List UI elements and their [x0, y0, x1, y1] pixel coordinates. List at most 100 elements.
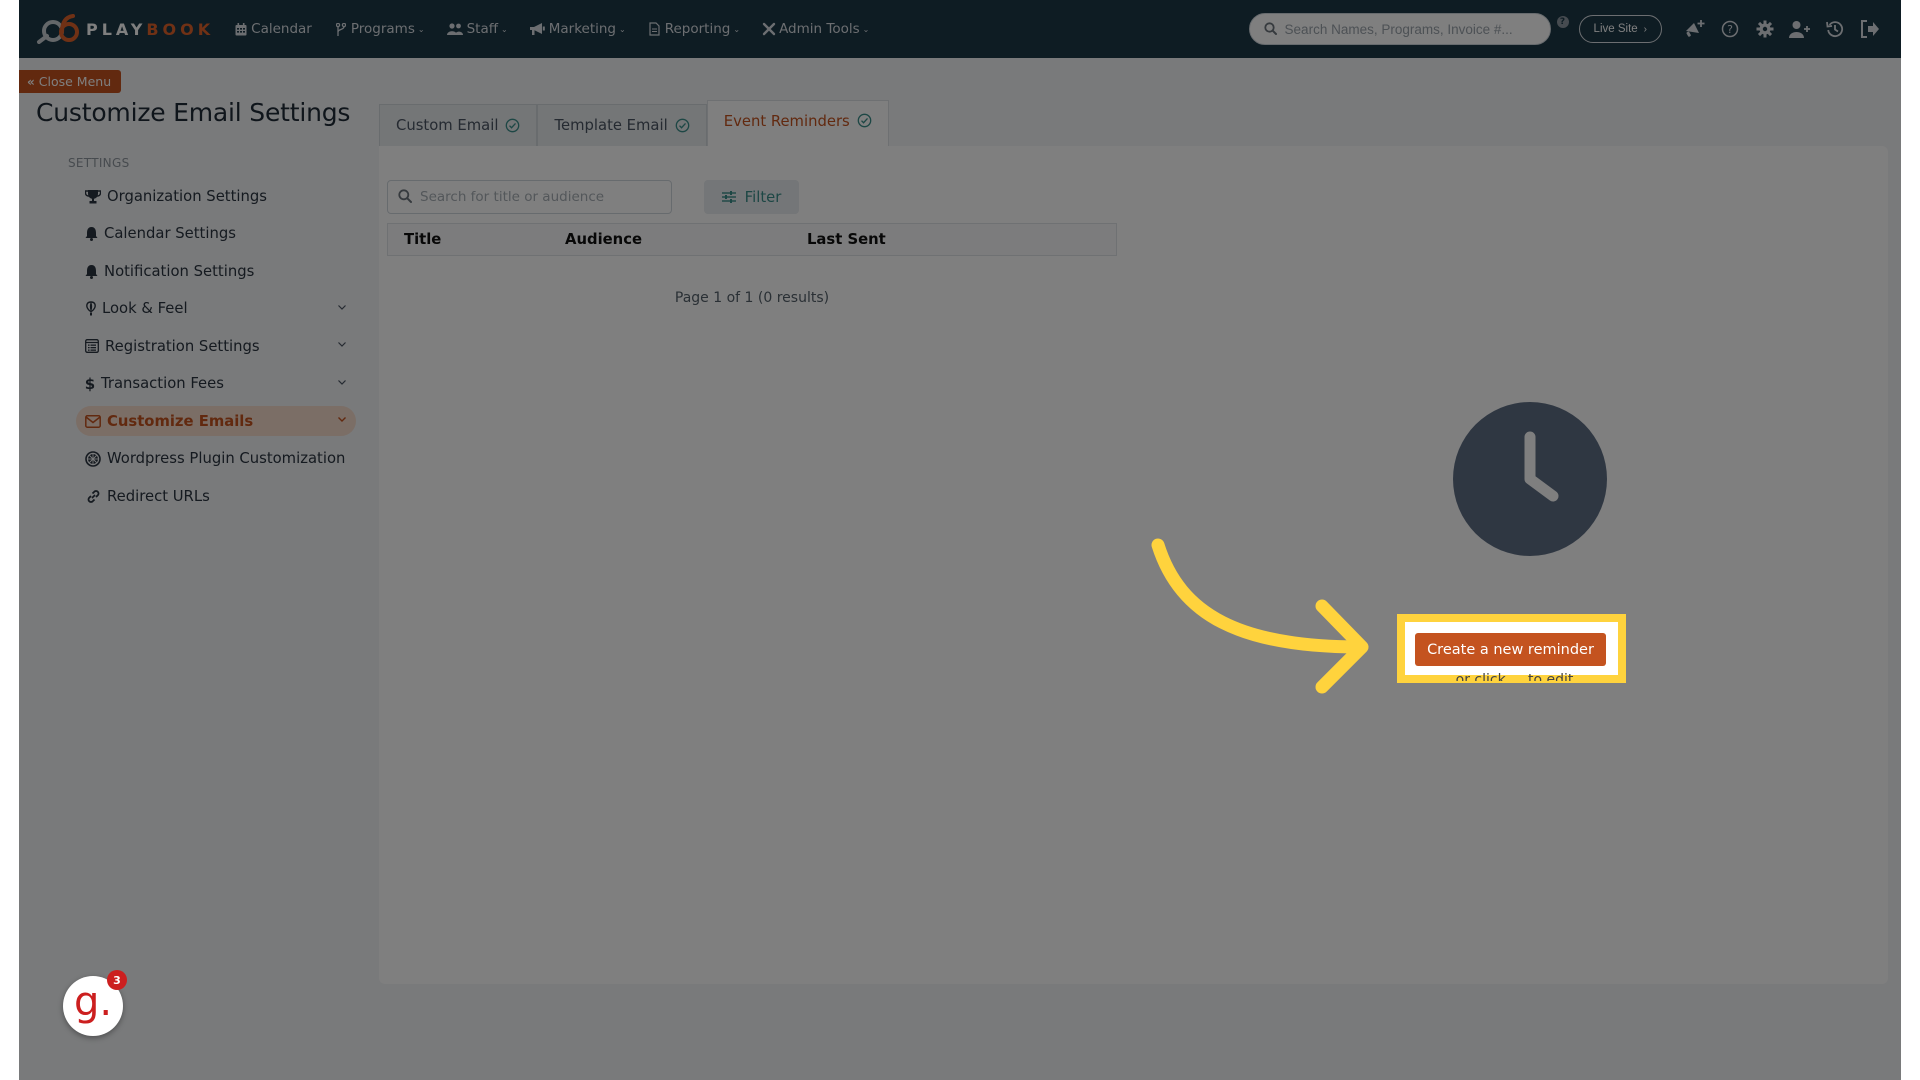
top-navbar: PLAYBOOK Calendar Programs ⌄ Staff ⌄ Mar…: [19, 0, 1901, 58]
sidebar-item-calendar-settings[interactable]: Calendar Settings: [76, 219, 356, 249]
reminder-search-input[interactable]: [420, 189, 660, 205]
sidebar-item-organization-settings[interactable]: Organization Settings: [76, 181, 356, 211]
gear-icon[interactable]: [1754, 18, 1776, 40]
reminders-table-header: Title Audience Last Sent: [387, 223, 1117, 256]
sidebar-item-label: Redirect URLs: [107, 487, 210, 505]
settings-menu: Organization Settings Calendar Settings …: [76, 181, 356, 519]
nav-label: Marketing: [548, 21, 617, 37]
tab-label: Template Email: [554, 117, 668, 134]
dollar-icon: $: [84, 374, 96, 393]
bell-icon: [85, 226, 98, 242]
check-circle-icon: [857, 113, 872, 128]
search-icon: [398, 188, 412, 207]
nav-label: Calendar: [251, 21, 312, 37]
chevron-down-icon: ⌄: [733, 24, 741, 34]
history-icon[interactable]: [1824, 18, 1846, 40]
notification-badge: 3: [107, 970, 127, 990]
filter-button[interactable]: Filter: [704, 180, 799, 214]
chevron-down-icon: ⌄: [417, 24, 425, 34]
logout-icon[interactable]: [1859, 18, 1881, 40]
sidebar-item-customize-emails[interactable]: Customize Emails: [76, 406, 356, 436]
close-menu-label: Close Menu: [38, 74, 112, 89]
live-site-button[interactable]: Live Site ›: [1578, 15, 1662, 43]
file-icon: [648, 22, 662, 36]
nav-label: Staff: [466, 21, 499, 37]
chat-widget-button[interactable]: g. 3: [63, 970, 127, 1036]
close-menu-button[interactable]: « Close Menu: [19, 70, 122, 93]
code-branch-icon: [334, 22, 348, 36]
logo-mark-icon: [37, 14, 79, 44]
form-icon: [85, 338, 99, 354]
check-circle-icon: [675, 118, 690, 133]
clock-icon: [1453, 402, 1607, 556]
tab-template-email[interactable]: Template Email: [537, 104, 707, 146]
help-circle-icon[interactable]: ?: [1719, 18, 1741, 40]
chat-widget-logo: g.: [73, 979, 113, 1025]
global-search[interactable]: [1248, 13, 1551, 45]
chevron-down-icon[interactable]: [337, 414, 347, 424]
search-help-icon[interactable]: ?: [1556, 16, 1569, 28]
main-nav: Calendar Programs ⌄ Staff ⌄ Marketing ⌄ …: [234, 21, 891, 37]
link-icon: [85, 488, 101, 504]
global-search-input[interactable]: [1284, 21, 1535, 37]
search-icon: [1263, 20, 1277, 39]
chevron-down-icon: ⌄: [501, 24, 508, 34]
double-chevron-left-icon: «: [27, 74, 35, 89]
nav-label: Programs: [350, 21, 415, 37]
tools-icon: [762, 22, 776, 36]
page-title: Customize Email Settings: [36, 98, 351, 127]
announcement-plus-icon[interactable]: [1684, 18, 1706, 40]
sidebar-item-label: Customize Emails: [107, 412, 254, 430]
sliders-icon: [721, 191, 736, 203]
sidebar-item-label: Transaction Fees: [101, 375, 224, 392]
tab-label: Custom Email: [396, 117, 499, 134]
nav-marketing[interactable]: Marketing ⌄: [530, 21, 626, 37]
add-user-icon[interactable]: [1789, 18, 1811, 40]
sidebar-item-notification-settings[interactable]: Notification Settings: [76, 256, 356, 286]
sidebar-item-transaction-fees[interactable]: $ Transaction Fees: [76, 369, 356, 399]
create-reminder-button[interactable]: Create a new reminder: [1415, 633, 1606, 666]
chevron-down-icon[interactable]: [337, 302, 347, 312]
tab-custom-email[interactable]: Custom Email: [379, 104, 538, 146]
trophy-icon: [85, 188, 101, 204]
users-icon: [447, 22, 464, 36]
column-header-audience[interactable]: Audience: [565, 231, 642, 248]
column-header-last-sent[interactable]: Last Sent: [807, 231, 886, 248]
nav-calendar[interactable]: Calendar: [234, 21, 312, 37]
edit-hint-text: or click ... to edit: [1455, 672, 1574, 681]
brand-book: BOOK: [146, 19, 215, 39]
wordpress-icon: [85, 450, 101, 467]
sidebar-item-label: Notification Settings: [104, 262, 255, 280]
sidebar-item-wordpress-plugin[interactable]: Wordpress Plugin Customization: [76, 444, 356, 474]
nav-reporting[interactable]: Reporting ⌄: [648, 21, 740, 37]
sidebar-item-redirect-urls[interactable]: Redirect URLs: [76, 481, 356, 511]
brand-play: PLAY: [86, 19, 147, 39]
nav-right-group: ? Live Site › ?: [1248, 0, 1901, 58]
balloon-icon: [85, 301, 96, 317]
nav-programs[interactable]: Programs ⌄: [334, 21, 425, 37]
sidebar-item-label: Registration Settings: [105, 337, 260, 355]
chevron-down-icon: ⌄: [619, 24, 626, 34]
sidebar-item-label: Look & Feel: [102, 300, 188, 317]
bell-icon: [85, 263, 98, 279]
nav-admin-tools[interactable]: Admin Tools ⌄: [762, 21, 869, 37]
playbook-logo[interactable]: PLAYBOOK: [36, 0, 214, 58]
sidebar-item-registration-settings[interactable]: Registration Settings: [76, 331, 356, 361]
tab-event-reminders[interactable]: Event Reminders: [706, 100, 889, 146]
column-header-title[interactable]: Title: [404, 231, 441, 248]
brand-name: PLAYBOOK: [86, 20, 214, 39]
nav-staff[interactable]: Staff ⌄: [447, 21, 508, 37]
chevron-down-icon[interactable]: [337, 339, 347, 349]
nav-label: Admin Tools: [779, 21, 860, 37]
reminder-search[interactable]: [387, 180, 672, 214]
tab-label: Event Reminders: [723, 113, 850, 130]
chevron-down-icon[interactable]: [337, 377, 347, 387]
calendar-icon: [234, 22, 248, 36]
live-site-label: Live Site: [1593, 23, 1638, 35]
megaphone-icon: [530, 22, 546, 36]
svg-text:?: ?: [1727, 23, 1733, 36]
filter-label: Filter: [744, 188, 782, 206]
chevron-down-icon: ⌄: [862, 24, 870, 34]
sidebar-item-look-and-feel[interactable]: Look & Feel: [76, 294, 356, 324]
sidebar-item-label: Wordpress Plugin Customization: [107, 450, 346, 467]
